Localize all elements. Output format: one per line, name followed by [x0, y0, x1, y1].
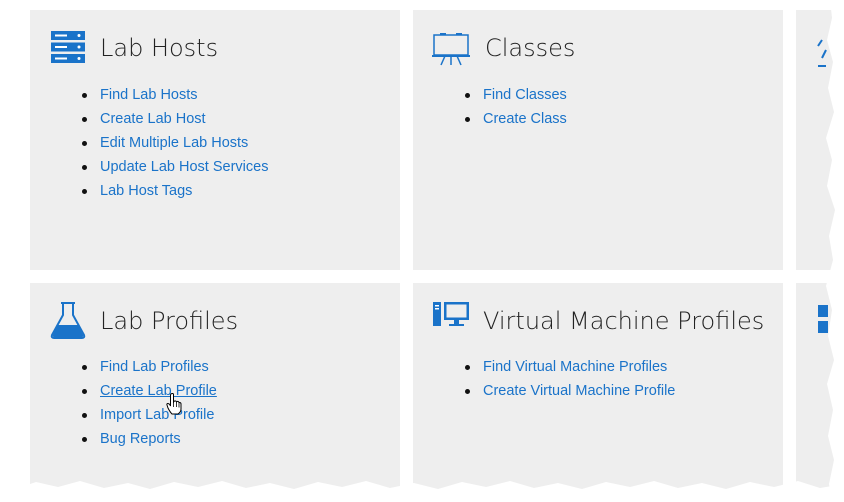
lab-profiles-panel: Lab Profiles Find Lab Profiles Create La…: [30, 283, 400, 502]
lab-host-tags-link[interactable]: Lab Host Tags: [100, 183, 192, 199]
classes-title: Classes: [485, 34, 576, 62]
import-lab-profile-link[interactable]: Import Lab Profile: [100, 407, 214, 423]
desktop-computer-icon: [432, 301, 470, 336]
classes-link-list: Find Classes Create Class: [465, 83, 567, 131]
list-item: Find Lab Profiles: [82, 355, 217, 379]
list-item: Bug Reports: [82, 427, 217, 451]
hand-pointer-icon: [166, 393, 182, 420]
list-item: Lab Host Tags: [82, 179, 268, 203]
torn-edge-right: [826, 0, 844, 502]
bug-reports-link[interactable]: Bug Reports: [100, 431, 181, 447]
list-item: Find Lab Hosts: [82, 83, 268, 107]
list-item: Find Virtual Machine Profiles: [465, 355, 675, 379]
lab-hosts-link-list: Find Lab Hosts Create Lab Host Edit Mult…: [82, 83, 268, 203]
find-lab-hosts-link[interactable]: Find Lab Hosts: [100, 87, 198, 103]
flask-icon: [50, 301, 86, 344]
vm-profiles-link-list: Find Virtual Machine Profiles Create Vir…: [465, 355, 675, 403]
lab-profiles-link-list: Find Lab Profiles Create Lab Profile Imp…: [82, 355, 217, 451]
create-virtual-machine-profile-link[interactable]: Create Virtual Machine Profile: [483, 383, 675, 399]
list-item: Create Virtual Machine Profile: [465, 379, 675, 403]
find-classes-link[interactable]: Find Classes: [483, 87, 567, 103]
find-lab-profiles-link[interactable]: Find Lab Profiles: [100, 359, 209, 375]
create-lab-profile-link[interactable]: Create Lab Profile: [100, 383, 217, 399]
list-item: Import Lab Profile: [82, 403, 217, 427]
server-rack-icon: [50, 30, 86, 69]
presentation-board-icon: [432, 32, 470, 71]
list-item: Create Lab Profile: [82, 379, 217, 403]
list-item: Update Lab Host Services: [82, 155, 268, 179]
lab-hosts-panel: Lab Hosts Find Lab Hosts Create Lab Host…: [30, 10, 400, 270]
classes-panel: Classes Find Classes Create Class: [413, 10, 783, 270]
create-lab-host-link[interactable]: Create Lab Host: [100, 111, 206, 127]
create-class-link[interactable]: Create Class: [483, 111, 567, 127]
virtual-machine-profiles-title: Virtual Machine Profiles: [483, 307, 765, 335]
lab-hosts-title: Lab Hosts: [100, 34, 219, 62]
list-item: Edit Multiple Lab Hosts: [82, 131, 268, 155]
edit-multiple-lab-hosts-link[interactable]: Edit Multiple Lab Hosts: [100, 135, 248, 151]
find-virtual-machine-profiles-link[interactable]: Find Virtual Machine Profiles: [483, 359, 667, 375]
list-item: Create Lab Host: [82, 107, 268, 131]
torn-edge-bottom: [0, 481, 844, 502]
list-item: Find Classes: [465, 83, 567, 107]
list-item: Create Class: [465, 107, 567, 131]
virtual-machine-profiles-panel: Virtual Machine Profiles Find Virtual Ma…: [413, 283, 783, 502]
lab-profiles-title: Lab Profiles: [100, 307, 239, 335]
update-lab-host-services-link[interactable]: Update Lab Host Services: [100, 159, 268, 175]
